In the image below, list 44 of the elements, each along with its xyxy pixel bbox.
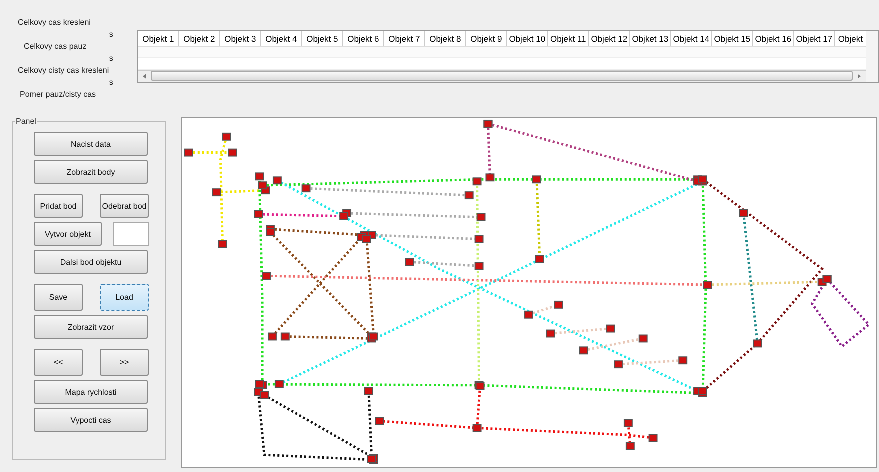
panel-button[interactable]: Mapa rychlosti (34, 380, 148, 404)
scroll-left-icon[interactable] (143, 74, 146, 79)
column-header[interactable]: Objekt 4 (261, 31, 302, 46)
summary-label: Pomer pauz/cisty cas (19, 90, 98, 100)
column-header[interactable]: Objekt 3 (220, 31, 262, 46)
panel-button[interactable]: >> (100, 349, 149, 376)
summary-label: Celkovy cisty cas kresleni (18, 66, 110, 76)
panel-button[interactable]: Load (100, 284, 149, 311)
panel-button[interactable]: Nacist data (34, 132, 148, 156)
panel-button[interactable]: Save (34, 284, 83, 311)
panel-button[interactable]: Vytvor objekt (34, 222, 102, 246)
column-header[interactable]: Objekt 10 (507, 31, 548, 46)
column-header[interactable]: Objekt 16 (753, 31, 794, 46)
panel-button[interactable]: << (34, 349, 83, 376)
panel-button[interactable]: Zobrazit body (34, 160, 148, 184)
horizontal-scrollbar[interactable] (138, 70, 866, 82)
column-header[interactable]: Objekt 14 (671, 31, 712, 46)
scroll-right-icon[interactable] (858, 74, 861, 79)
column-header[interactable]: Objket 13 (630, 31, 672, 46)
vertical-scrollbar[interactable] (866, 31, 878, 82)
input-field[interactable] (113, 222, 149, 246)
column-header[interactable]: Objekt 9 (466, 31, 508, 46)
column-header[interactable]: Objekt 11 (548, 31, 590, 46)
column-header[interactable]: Objekt 5 (302, 31, 344, 46)
column-header[interactable]: Objekt 7 (384, 31, 426, 46)
column-header[interactable]: Objekt (835, 31, 866, 46)
column-header[interactable]: Objekt 2 (179, 31, 220, 46)
summary-label: Celkovy cas kresleni (18, 18, 92, 28)
column-header[interactable]: Objekt 15 (712, 31, 754, 46)
panel-title: Panel (15, 117, 38, 126)
column-header[interactable]: Objekt 6 (343, 31, 384, 46)
panel-button[interactable]: Vypocti cas (34, 408, 148, 432)
column-header[interactable]: Objekt 8 (425, 31, 466, 46)
panel-button[interactable]: Zobrazit vzor (34, 315, 148, 339)
column-header[interactable]: Objekt 1 (138, 31, 180, 46)
unit-label: s (109, 29, 114, 41)
column-header[interactable]: Objekt 17 (794, 31, 836, 46)
panel-button[interactable]: Pridat bod (34, 194, 83, 218)
panel-button[interactable]: Dalsi bod objektu (34, 250, 148, 274)
unit-label: s (109, 77, 114, 89)
summary-label: Celkovy cas pauz (23, 42, 88, 52)
panel-button[interactable]: Odebrat bod (100, 194, 149, 218)
column-header[interactable]: Objekt 12 (589, 31, 630, 46)
unit-label: s (109, 53, 114, 65)
